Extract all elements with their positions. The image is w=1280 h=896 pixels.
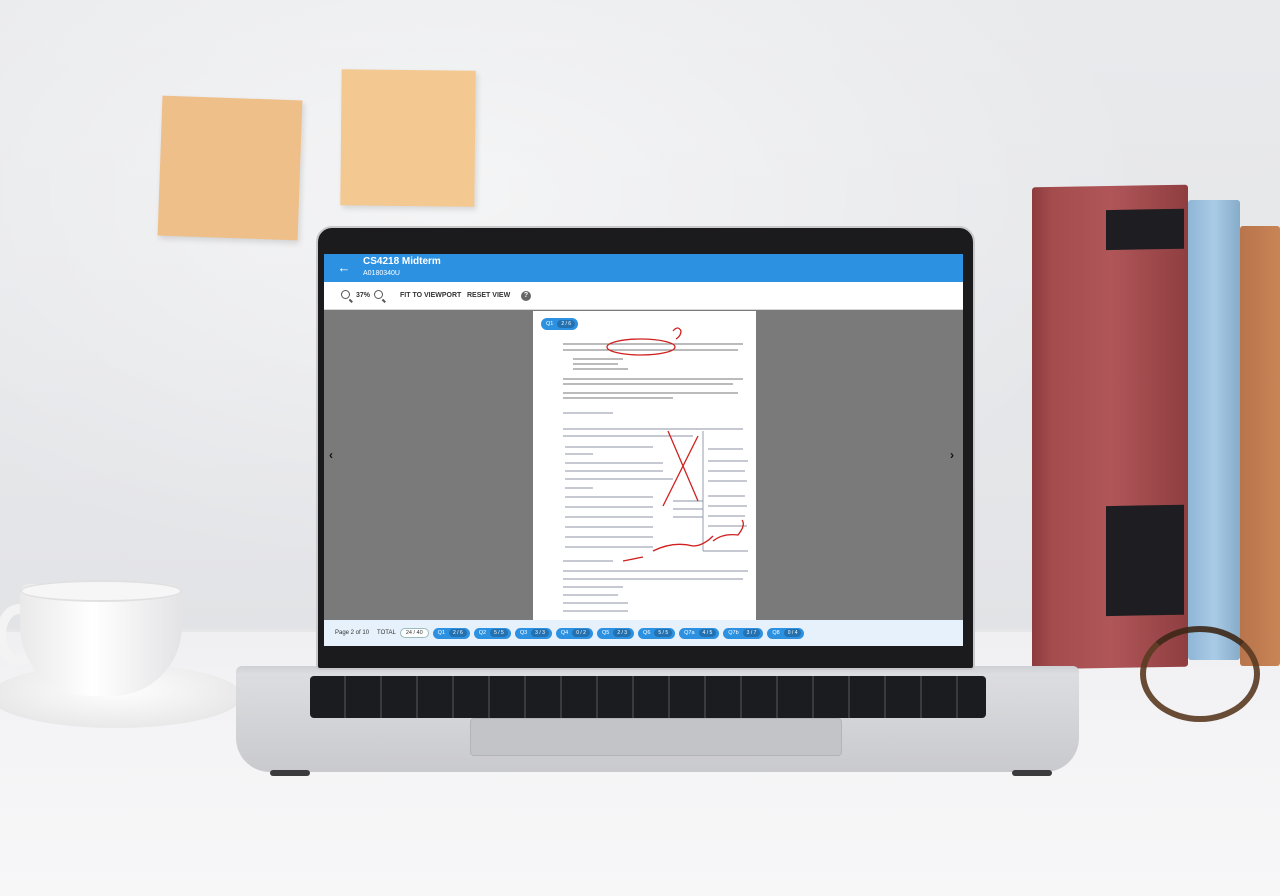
handwritten-answer [563,327,748,612]
script-viewer: ‹ › Q1 2 / 6 [324,310,963,620]
fit-to-viewport-button[interactable]: FIT TO VIEWPORT [400,290,461,302]
zoom-out-button[interactable] [341,290,350,302]
cup-rim [20,580,182,602]
chip-label: Q7a [684,630,695,636]
status-bar: Page 2 of 10 TOTAL 24 / 40 Q1 2 / 6 Q2 5 /… [324,620,963,646]
zoom-out-icon [341,290,350,299]
back-arrow-icon[interactable]: ← [337,261,351,275]
question-chip-q4[interactable]: Q4 0 / 2 [555,627,593,639]
zoom-in-icon [374,290,383,299]
book-band [1106,208,1184,251]
zoom-level: 37% [356,292,371,299]
chip-count: 3 / 7 [742,629,761,637]
question-chip-q7a[interactable]: Q7a 4 / 5 [679,627,720,639]
page-indicator: Page 2 of 10 [335,630,370,636]
laptop-screen: ← CS4218 Midterm A0180340U 37% FIT TO VI… [324,254,963,646]
book-red [1032,184,1188,670]
chip-label: Q4 [560,630,569,636]
page-title: CS4218 Midterm [363,256,441,267]
question-chip-q3[interactable]: Q3 3 / 3 [514,627,552,639]
student-id: A0180340U [363,270,400,277]
prev-page-chevron-icon[interactable]: ‹ [329,448,333,462]
question-chip-q7b[interactable]: Q7b 3 / 7 [723,627,764,639]
question-chip-q2[interactable]: Q2 5 / 5 [473,627,511,639]
question-chip-q5[interactable]: Q5 2 / 3 [596,627,635,639]
book-blue [1188,200,1240,660]
reset-view-button[interactable]: RESET VIEW [467,290,510,302]
app-bar: ← CS4218 Midterm A0180340U [324,254,963,282]
chip-count: 0 / 2 [572,629,590,637]
chip-count: 5 / 5 [490,629,508,637]
chip-count: 3 / 3 [531,629,549,637]
question-chip-q1[interactable]: Q1 2 / 6 [432,627,470,639]
laptop-keyboard [310,676,986,718]
chip-label: Q2 [478,630,487,636]
question-chip-q6[interactable]: Q6 5 / 5 [638,627,676,639]
question-chip-q8[interactable]: Q8 0 / 4 [767,627,805,639]
chip-count: 4 / 5 [698,629,717,637]
book-band [1106,504,1184,617]
chip-label: Q8 [772,630,780,636]
help-icon: ? [521,291,531,301]
chip-count: 2 / 3 [613,629,632,637]
laptop-foot [270,770,310,776]
total-label: TOTAL [377,630,396,636]
eyeglasses [1140,626,1260,722]
sticky-note [157,95,303,241]
chip-label: Q1 [437,630,445,636]
next-page-chevron-icon[interactable]: › [950,448,954,462]
total-score: 24 / 40 [399,628,429,638]
answer-page: Q1 2 / 6 [533,311,756,620]
book-brown [1240,226,1280,666]
help-button[interactable]: ? [521,290,531,302]
chip-label: Q3 [519,630,528,636]
chip-label: Q7b [728,630,739,636]
chip-label: Q5 [601,630,610,636]
chip-count: 2 / 6 [449,629,467,637]
chip-count: 5 / 5 [654,629,673,637]
chip-count: 0 / 4 [783,629,802,637]
toolbar: 37% FIT TO VIEWPORT RESET VIEW ? [324,282,963,310]
zoom-in-button[interactable] [374,290,383,302]
sticky-note [340,69,476,207]
laptop-foot [1012,770,1052,776]
laptop-trackpad [470,718,842,756]
chip-label: Q6 [643,630,651,636]
